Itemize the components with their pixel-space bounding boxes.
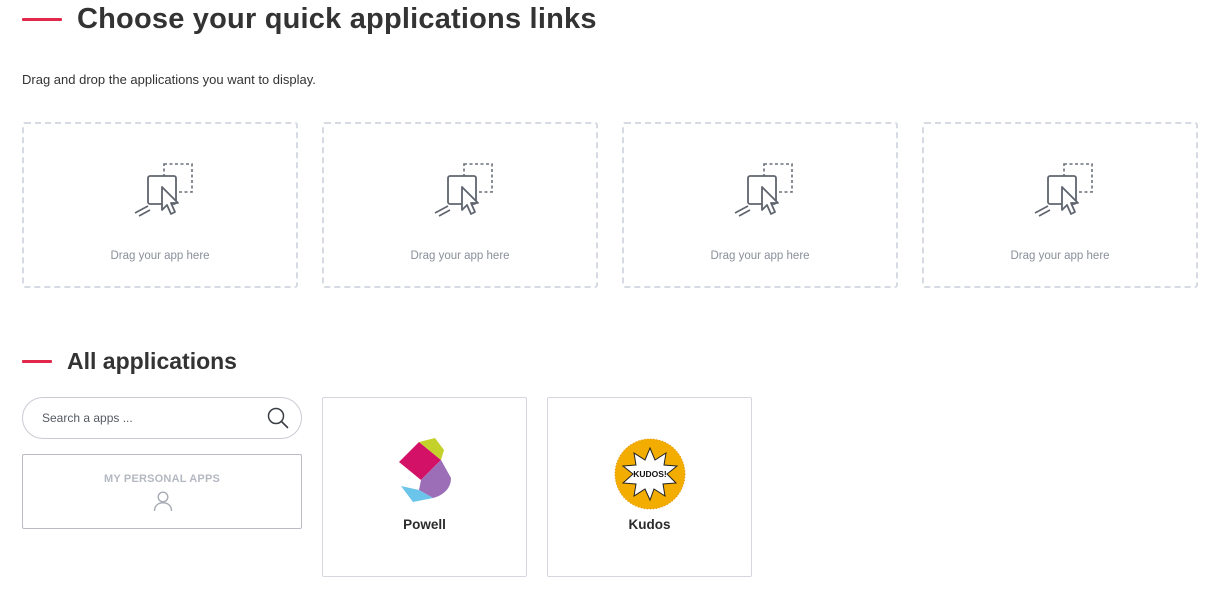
accent-line [22,359,52,363]
all-apps-title: All applications [67,347,237,374]
app-name: Kudos [628,517,671,532]
my-personal-apps-button[interactable]: MY PERSONAL APPS [22,454,302,529]
dropzone-1[interactable]: Drag your app here [22,122,298,288]
app-card-powell[interactable]: Powell [322,397,527,577]
dropzone-3[interactable]: Drag your app here [622,122,898,288]
kudos-logo-icon: KUDOS! [614,438,686,510]
dropzone-label: Drag your app here [710,250,810,262]
dropzone-label: Drag your app here [110,250,210,262]
drag-drop-icon [734,163,793,217]
search-icon[interactable] [267,407,289,429]
drag-drop-icon [134,163,193,217]
quick-links-header: Choose your quick applications links [22,0,597,38]
dropzone-2[interactable]: Drag your app here [322,122,598,288]
app-search-input[interactable] [42,398,252,438]
quick-links-subtitle: Drag and drop the applications you want … [22,72,316,87]
dropzone-label: Drag your app here [410,250,510,262]
dropzone-4[interactable]: Drag your app here [922,122,1198,288]
all-apps-header: All applications [22,345,237,377]
drag-drop-icon [1034,163,1093,217]
dropzone-label: Drag your app here [1010,250,1110,262]
user-icon [153,491,173,512]
drag-drop-icon [434,163,493,217]
app-name: Powell [403,517,446,532]
kudos-logo-text: KUDOS! [633,469,667,479]
app-card-kudos[interactable]: KUDOS! Kudos [547,397,752,577]
quick-links-title: Choose your quick applications links [77,2,597,35]
my-personal-apps-label: MY PERSONAL APPS [103,473,221,485]
app-search-box [22,397,302,439]
powell-logo-icon [399,438,451,502]
accent-line [22,17,62,21]
